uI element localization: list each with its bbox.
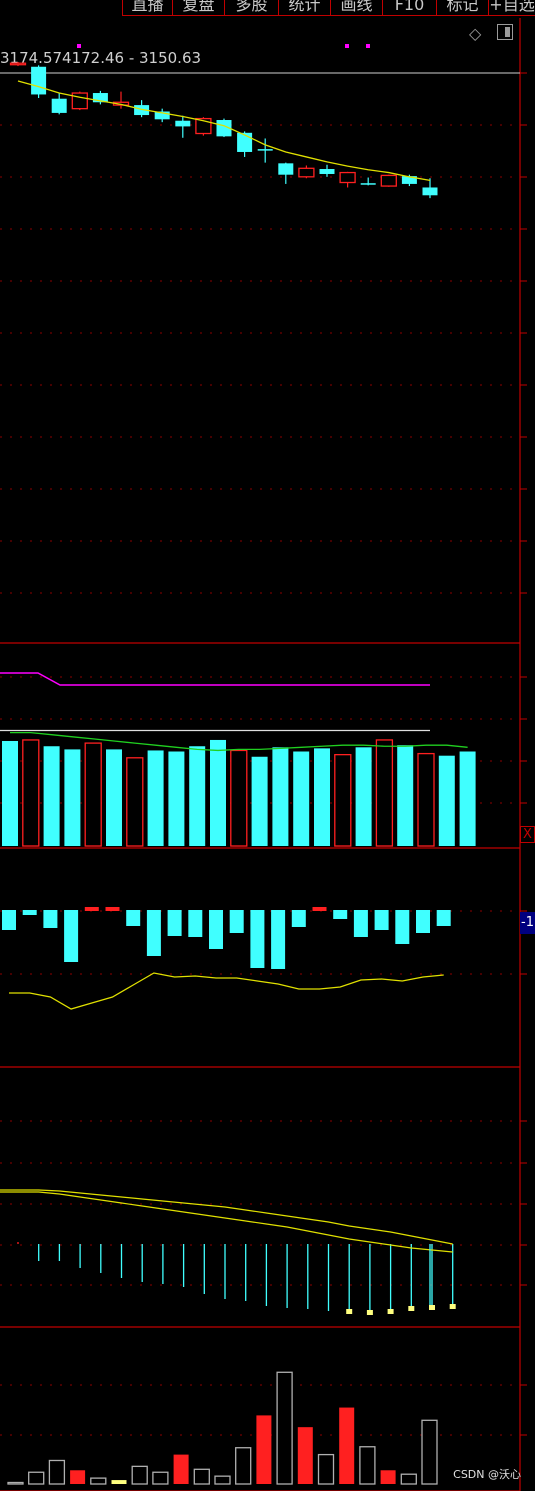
oscillator-bar (291, 910, 306, 927)
oscillator-bar (188, 910, 203, 937)
purple-marker (345, 44, 349, 48)
candle-body (257, 149, 273, 151)
oscillator-bar (2, 910, 16, 930)
macd-stick-cap (387, 1309, 394, 1314)
oscillator-bar (84, 907, 99, 911)
oscillator-bar (333, 910, 348, 919)
candle-body (71, 92, 88, 110)
candle-body (319, 169, 335, 174)
indicator-bar (272, 747, 289, 846)
indicator-bar (210, 739, 226, 846)
candle-body (31, 66, 47, 95)
side-neg-tag: -1 (520, 912, 535, 934)
volume-bar (235, 1447, 252, 1485)
volume-bar (131, 1465, 148, 1485)
candle-body (298, 167, 315, 178)
side-x-tag[interactable]: X (520, 826, 535, 843)
oscillator-bar (43, 910, 58, 928)
volume-bar (297, 1427, 313, 1484)
volume-bar (90, 1477, 107, 1485)
watermark: CSDN @沃心 (453, 1468, 521, 1481)
volume-bar (421, 1419, 438, 1485)
indicator-bar (251, 756, 268, 846)
macd-line-a (0, 1191, 453, 1253)
oscillator-bar (209, 910, 223, 949)
indicator-bar (147, 750, 164, 846)
candle-body (278, 163, 294, 175)
volume-bar (276, 1371, 293, 1485)
macd-stick-cap (366, 1310, 373, 1315)
macd-line-b (0, 1189, 453, 1245)
indicator-bar (126, 757, 144, 847)
oscillator-bar (374, 910, 389, 930)
oscillator-bar (167, 910, 182, 936)
indicator-bar (84, 742, 102, 847)
volume-bar (380, 1470, 396, 1484)
volume-bar (48, 1459, 66, 1485)
candle-body (9, 62, 27, 66)
candle-body (175, 120, 191, 127)
indicator-bar (2, 741, 18, 846)
macd-stick-cap (346, 1309, 353, 1314)
oscillator-bar (436, 910, 451, 926)
indicator-bar (397, 745, 414, 846)
indicator-bar (293, 751, 310, 846)
volume-bar (111, 1480, 127, 1484)
oscillator-bar (64, 910, 79, 962)
oscillator-bar (146, 910, 161, 956)
macd-stick-cap (429, 1305, 435, 1310)
purple-marker (77, 44, 81, 48)
indicator-bar (230, 749, 248, 847)
volume-bar (359, 1446, 376, 1485)
oscillator-bar (105, 907, 120, 911)
candle-body (237, 132, 253, 152)
volume-bar (214, 1475, 231, 1485)
volume-bar (193, 1468, 210, 1485)
indicator-bar (189, 746, 206, 846)
indicator-bar (334, 754, 352, 847)
indicator-bar (314, 748, 330, 846)
volume-bar (173, 1454, 189, 1484)
oscillator-bar (126, 910, 141, 926)
volume-bar (400, 1473, 417, 1485)
indicator-bar (43, 746, 60, 846)
purple-marker (366, 44, 370, 48)
oscillator-bar (395, 910, 410, 944)
volume-bar (317, 1453, 335, 1485)
oscillator-bar (416, 910, 430, 933)
oscillator-line (9, 972, 444, 1010)
chart-canvas (0, 18, 527, 1491)
candle-body (360, 183, 376, 185)
volume-bar (70, 1470, 86, 1484)
indicator-bar (459, 751, 476, 846)
oscillator-bar (229, 910, 244, 933)
indicator-bar (355, 747, 372, 846)
indicator-bar (438, 755, 455, 846)
oscillator-bar (312, 907, 327, 911)
volume-bar (7, 1481, 24, 1485)
indicator-bar (106, 749, 122, 846)
indicator-bar (375, 739, 394, 847)
candle-body (51, 98, 67, 113)
indicator-bar (22, 739, 40, 847)
volume-bar (152, 1471, 169, 1485)
candle-body (380, 174, 397, 187)
oscillator-bar (22, 910, 37, 915)
oscillator-bar (250, 910, 265, 968)
volume-bar (28, 1471, 45, 1485)
indicator-bar (417, 752, 435, 847)
oscillator-bar (353, 910, 368, 937)
indicator-bar (168, 751, 185, 846)
oscillator-bar (271, 910, 286, 969)
macd-stick-cap (408, 1306, 415, 1311)
indicator-bar (64, 749, 81, 846)
macd-stick-cap (449, 1304, 456, 1309)
indicator-purple-line (0, 672, 430, 686)
candle-body (422, 187, 438, 196)
volume-bar (256, 1415, 272, 1484)
volume-bar (339, 1407, 355, 1484)
candle-body (339, 171, 356, 184)
